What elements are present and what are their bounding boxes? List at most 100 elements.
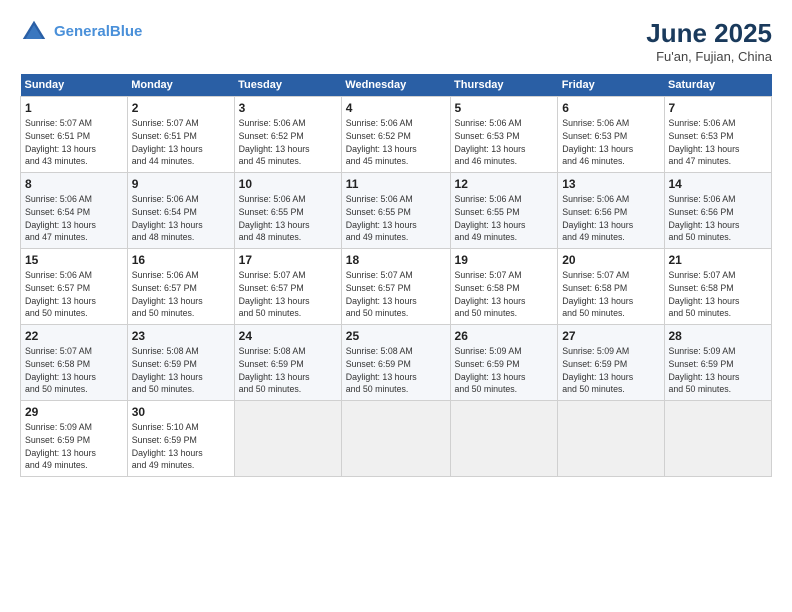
day-number: 18 xyxy=(346,253,446,267)
day-cell-5: 5 Sunrise: 5:06 AM Sunset: 6:53 PM Daylig… xyxy=(450,97,558,173)
day-info: Sunrise: 5:06 AM Sunset: 6:53 PM Dayligh… xyxy=(562,117,659,168)
week-row-5: 29 Sunrise: 5:09 AM Sunset: 6:59 PM Dayli… xyxy=(21,401,772,477)
logo-line2: Blue xyxy=(110,23,143,40)
day-info: Sunrise: 5:09 AM Sunset: 6:59 PM Dayligh… xyxy=(25,421,123,472)
week-row-2: 8Sunrise: 5:06 AM Sunset: 6:54 PM Daylig… xyxy=(21,173,772,249)
page: GeneralBlue June 2025 Fu'an, Fujian, Chi… xyxy=(0,0,792,612)
empty-cell xyxy=(234,401,341,477)
day-info: Sunrise: 5:08 AM Sunset: 6:59 PM Dayligh… xyxy=(132,345,230,396)
day-number: 6 xyxy=(562,101,659,115)
day-cell-16: 16 Sunrise: 5:06 AM Sunset: 6:57 PM Dayli… xyxy=(127,249,234,325)
day-number: 15 xyxy=(25,253,123,267)
day-cell-22: 22 Sunrise: 5:07 AM Sunset: 6:58 PM Dayli… xyxy=(21,325,128,401)
day-info: Sunrise: 5:06 AM Sunset: 6:55 PM Dayligh… xyxy=(455,193,554,244)
day-info: Sunrise: 5:07 AM Sunset: 6:57 PM Dayligh… xyxy=(239,269,337,320)
logo-line1: General xyxy=(54,23,110,40)
day-cell-1: 1 Sunrise: 5:07 AM Sunset: 6:51 PM Daylig… xyxy=(21,97,128,173)
day-number: 11 xyxy=(346,177,446,191)
day-cell-4: 4Sunrise: 5:06 AM Sunset: 6:52 PM Daylig… xyxy=(341,97,450,173)
day-cell-18: 18 Sunrise: 5:07 AM Sunset: 6:57 PM Dayli… xyxy=(341,249,450,325)
day-number: 22 xyxy=(25,329,123,343)
day-cell-19: 19 Sunrise: 5:07 AM Sunset: 6:58 PM Dayli… xyxy=(450,249,558,325)
day-info: Sunrise: 5:07 AM Sunset: 6:58 PM Dayligh… xyxy=(562,269,659,320)
day-cell-8: 8Sunrise: 5:06 AM Sunset: 6:54 PM Daylig… xyxy=(21,173,128,249)
day-info: Sunrise: 5:08 AM Sunset: 6:59 PM Dayligh… xyxy=(239,345,337,396)
day-number: 23 xyxy=(132,329,230,343)
day-info: Sunrise: 5:06 AM Sunset: 6:52 PM Dayligh… xyxy=(346,117,446,168)
weekday-header-friday: Friday xyxy=(558,74,664,97)
day-info: Sunrise: 5:06 AM Sunset: 6:57 PM Dayligh… xyxy=(132,269,230,320)
weekday-header-sunday: Sunday xyxy=(21,74,128,97)
day-number: 17 xyxy=(239,253,337,267)
day-number: 9 xyxy=(132,177,230,191)
day-cell-10: 10Sunrise: 5:06 AM Sunset: 6:55 PM Dayli… xyxy=(234,173,341,249)
day-number: 28 xyxy=(669,329,768,343)
day-info: Sunrise: 5:09 AM Sunset: 6:59 PM Dayligh… xyxy=(669,345,768,396)
day-number: 26 xyxy=(455,329,554,343)
day-info: Sunrise: 5:07 AM Sunset: 6:57 PM Dayligh… xyxy=(346,269,446,320)
day-info: Sunrise: 5:06 AM Sunset: 6:56 PM Dayligh… xyxy=(562,193,659,244)
empty-cell xyxy=(450,401,558,477)
day-info: Sunrise: 5:07 AM Sunset: 6:58 PM Dayligh… xyxy=(25,345,123,396)
day-number: 19 xyxy=(455,253,554,267)
logo: GeneralBlue xyxy=(20,18,142,46)
month-title: June 2025 xyxy=(646,18,772,49)
day-cell-20: 20 Sunrise: 5:07 AM Sunset: 6:58 PM Dayli… xyxy=(558,249,664,325)
week-row-4: 22 Sunrise: 5:07 AM Sunset: 6:58 PM Dayli… xyxy=(21,325,772,401)
day-info: Sunrise: 5:06 AM Sunset: 6:53 PM Dayligh… xyxy=(455,117,554,168)
weekday-header-tuesday: Tuesday xyxy=(234,74,341,97)
day-cell-29: 29 Sunrise: 5:09 AM Sunset: 6:59 PM Dayli… xyxy=(21,401,128,477)
day-number: 16 xyxy=(132,253,230,267)
week-row-1: 1 Sunrise: 5:07 AM Sunset: 6:51 PM Daylig… xyxy=(21,97,772,173)
day-cell-17: 17 Sunrise: 5:07 AM Sunset: 6:57 PM Dayli… xyxy=(234,249,341,325)
day-cell-12: 12 Sunrise: 5:06 AM Sunset: 6:55 PM Dayli… xyxy=(450,173,558,249)
day-cell-30: 30 Sunrise: 5:10 AM Sunset: 6:59 PM Dayli… xyxy=(127,401,234,477)
weekday-header-saturday: Saturday xyxy=(664,74,772,97)
day-cell-23: 23 Sunrise: 5:08 AM Sunset: 6:59 PM Dayli… xyxy=(127,325,234,401)
day-info: Sunrise: 5:06 AM Sunset: 6:52 PM Dayligh… xyxy=(239,117,337,168)
day-cell-6: 6 Sunrise: 5:06 AM Sunset: 6:53 PM Daylig… xyxy=(558,97,664,173)
day-info: Sunrise: 5:06 AM Sunset: 6:53 PM Dayligh… xyxy=(669,117,768,168)
day-cell-14: 14 Sunrise: 5:06 AM Sunset: 6:56 PM Dayli… xyxy=(664,173,772,249)
day-cell-7: 7 Sunrise: 5:06 AM Sunset: 6:53 PM Daylig… xyxy=(664,97,772,173)
day-number: 1 xyxy=(25,101,123,115)
day-number: 14 xyxy=(669,177,768,191)
day-number: 7 xyxy=(669,101,768,115)
day-number: 2 xyxy=(132,101,230,115)
weekday-header-monday: Monday xyxy=(127,74,234,97)
day-cell-28: 28 Sunrise: 5:09 AM Sunset: 6:59 PM Dayli… xyxy=(664,325,772,401)
empty-cell xyxy=(341,401,450,477)
day-number: 30 xyxy=(132,405,230,419)
day-info: Sunrise: 5:06 AM Sunset: 6:54 PM Dayligh… xyxy=(132,193,230,244)
day-info: Sunrise: 5:06 AM Sunset: 6:57 PM Dayligh… xyxy=(25,269,123,320)
day-info: Sunrise: 5:09 AM Sunset: 6:59 PM Dayligh… xyxy=(562,345,659,396)
empty-cell xyxy=(664,401,772,477)
day-cell-26: 26 Sunrise: 5:09 AM Sunset: 6:59 PM Dayli… xyxy=(450,325,558,401)
day-number: 29 xyxy=(25,405,123,419)
day-info: Sunrise: 5:08 AM Sunset: 6:59 PM Dayligh… xyxy=(346,345,446,396)
logo-icon xyxy=(20,18,48,46)
day-info: Sunrise: 5:06 AM Sunset: 6:54 PM Dayligh… xyxy=(25,193,123,244)
day-info: Sunrise: 5:09 AM Sunset: 6:59 PM Dayligh… xyxy=(455,345,554,396)
day-info: Sunrise: 5:07 AM Sunset: 6:58 PM Dayligh… xyxy=(455,269,554,320)
empty-cell xyxy=(558,401,664,477)
day-number: 20 xyxy=(562,253,659,267)
day-info: Sunrise: 5:10 AM Sunset: 6:59 PM Dayligh… xyxy=(132,421,230,472)
week-row-3: 15 Sunrise: 5:06 AM Sunset: 6:57 PM Dayli… xyxy=(21,249,772,325)
weekday-header-wednesday: Wednesday xyxy=(341,74,450,97)
day-info: Sunrise: 5:07 AM Sunset: 6:58 PM Dayligh… xyxy=(669,269,768,320)
day-info: Sunrise: 5:07 AM Sunset: 6:51 PM Dayligh… xyxy=(132,117,230,168)
day-cell-9: 9 Sunrise: 5:06 AM Sunset: 6:54 PM Daylig… xyxy=(127,173,234,249)
day-cell-24: 24Sunrise: 5:08 AM Sunset: 6:59 PM Dayli… xyxy=(234,325,341,401)
title-block: June 2025 Fu'an, Fujian, China xyxy=(646,18,772,64)
day-number: 12 xyxy=(455,177,554,191)
day-number: 3 xyxy=(239,101,337,115)
day-cell-11: 11Sunrise: 5:06 AM Sunset: 6:55 PM Dayli… xyxy=(341,173,450,249)
day-info: Sunrise: 5:06 AM Sunset: 6:56 PM Dayligh… xyxy=(669,193,768,244)
day-cell-15: 15 Sunrise: 5:06 AM Sunset: 6:57 PM Dayli… xyxy=(21,249,128,325)
location: Fu'an, Fujian, China xyxy=(646,49,772,64)
day-number: 25 xyxy=(346,329,446,343)
day-info: Sunrise: 5:07 AM Sunset: 6:51 PM Dayligh… xyxy=(25,117,123,168)
calendar: SundayMondayTuesdayWednesdayThursdayFrid… xyxy=(20,74,772,477)
day-number: 5 xyxy=(455,101,554,115)
